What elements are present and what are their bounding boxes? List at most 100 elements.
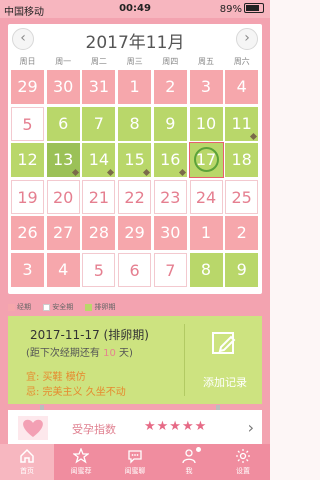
- tab-home-label: 首页: [20, 467, 34, 475]
- day-cell[interactable]: 19: [11, 179, 44, 214]
- day-cell[interactable]: 24: [189, 179, 223, 214]
- record-marker-icon: [178, 168, 186, 177]
- prev-month-button[interactable]: ‹: [12, 28, 34, 50]
- star-icon: [73, 448, 89, 464]
- day-cell[interactable]: 27: [46, 216, 80, 250]
- days-count: 10: [103, 348, 116, 359]
- weekday-label: 周日: [19, 57, 36, 66]
- day-cell[interactable]: 22: [118, 179, 152, 214]
- legend-safe: 安全期: [52, 303, 74, 311]
- battery-indicator: 89%: [220, 3, 264, 15]
- weekday-label: 周一: [55, 57, 72, 66]
- day-cell[interactable]: 1: [189, 216, 223, 250]
- record-marker-icon: [250, 132, 258, 140]
- avoid-activities: 忌: 完美主义 久坐不动: [26, 387, 126, 398]
- day-cell[interactable]: 21: [82, 179, 116, 214]
- day-cell[interactable]: 1: [118, 70, 152, 104]
- day-cell[interactable]: 14: [82, 143, 116, 177]
- tab-recommend-label: 闺蜜荐: [70, 467, 92, 475]
- day-cell[interactable]: 29: [11, 70, 44, 104]
- period-swatch: [8, 303, 15, 311]
- weekday-label: 周六: [233, 57, 250, 66]
- calendar-card: ‹ 2017年11月 › 周日 周一 周二 周三 周四 周五 周六 29 30 31 1 2 3 4 5 6…: [8, 24, 262, 294]
- next-month-button[interactable]: ›: [236, 28, 258, 50]
- pencil-icon: [212, 332, 236, 354]
- selected-day-cell[interactable]: 17: [188, 142, 224, 178]
- day-info-panel: 2017-11-17 (排卵期) (距下次经期还有 10 天) 宜: 买鞋 模仿…: [8, 316, 262, 404]
- tab-chat-label: 闺蜜聊: [124, 467, 146, 475]
- day-cell[interactable]: 8: [118, 106, 152, 141]
- day-cell[interactable]: 16: [153, 143, 187, 177]
- next-period-countdown: (距下次经期还有 10 天): [26, 348, 133, 359]
- day-cell[interactable]: 9: [225, 252, 259, 287]
- day-cell[interactable]: 4: [225, 70, 259, 104]
- day-cell[interactable]: 10: [189, 106, 223, 141]
- tab-settings[interactable]: 设置: [216, 444, 270, 480]
- day-cell[interactable]: 9: [153, 106, 187, 141]
- home-icon: [20, 448, 34, 463]
- fertility-index-row[interactable]: 受孕指数 ★★★★★ ›: [8, 410, 262, 446]
- day-cell[interactable]: 20: [46, 179, 80, 214]
- add-record-label: 添加记录: [203, 376, 247, 389]
- day-cell[interactable]: 7: [153, 252, 187, 287]
- day-cell[interactable]: 5: [11, 106, 44, 141]
- fertility-stars: ★★★★★: [144, 419, 208, 434]
- tab-me[interactable]: 我: [162, 444, 216, 480]
- legend: 经期 安全期 排卵期: [8, 302, 262, 314]
- day-cell[interactable]: 26: [11, 216, 44, 250]
- record-marker-icon: [71, 168, 79, 177]
- day-cell[interactable]: 30: [153, 216, 187, 250]
- add-record-button[interactable]: 添加记录: [188, 316, 262, 404]
- chat-icon: [128, 450, 142, 464]
- tab-bar: 首页 闺蜜荐 闺蜜聊 我 设置: [0, 444, 270, 480]
- weekday-label: 周四: [162, 57, 179, 66]
- day-cell[interactable]: 15: [118, 143, 152, 177]
- safe-swatch: [43, 303, 51, 311]
- selected-date: 2017-11-17 (排卵期): [30, 328, 149, 342]
- day-cell[interactable]: 31: [82, 70, 116, 104]
- day-cell[interactable]: 25: [225, 179, 259, 214]
- tab-chat[interactable]: 闺蜜聊: [108, 444, 162, 480]
- tab-recommend[interactable]: 闺蜜荐: [54, 444, 108, 480]
- notification-dot: [196, 447, 201, 452]
- weekday-label: 周五: [198, 57, 214, 66]
- day-cell[interactable]: 3: [189, 70, 223, 104]
- tab-me-label: 我: [185, 467, 193, 475]
- day-cell[interactable]: 2: [153, 70, 187, 104]
- day-cell[interactable]: 13: [46, 143, 80, 177]
- day-cell[interactable]: 3: [11, 252, 44, 287]
- chevron-right-icon: ›: [247, 418, 254, 437]
- day-cell[interactable]: 29: [118, 216, 152, 250]
- battery-icon: [244, 3, 264, 13]
- day-cell[interactable]: 11: [225, 106, 259, 141]
- day-cell[interactable]: 8: [189, 252, 223, 287]
- legend-period: 经期: [17, 303, 31, 311]
- suitable-activities: 宜: 买鞋 模仿: [26, 372, 86, 383]
- record-marker-icon: [107, 168, 115, 177]
- weekday-header: 周日 周一 周二 周三 周四 周五 周六: [10, 56, 260, 68]
- gear-icon: [236, 449, 250, 463]
- ovulation-swatch: [85, 303, 93, 311]
- day-cell[interactable]: 28: [82, 216, 116, 250]
- day-cell[interactable]: 7: [82, 106, 116, 141]
- record-marker-icon: [143, 168, 151, 177]
- status-bar: 中国移动 00:49 89%: [0, 0, 270, 18]
- day-cell[interactable]: 23: [153, 179, 187, 214]
- tab-home[interactable]: 首页: [0, 444, 54, 480]
- app-frame: ‹ 2017年11月 › 周日 周一 周二 周三 周四 周五 周六 29 30 31 1 2 3 4 5 6…: [0, 18, 270, 462]
- day-cell[interactable]: 6: [46, 106, 80, 141]
- day-cell[interactable]: 4: [46, 252, 80, 287]
- fertility-label: 受孕指数: [72, 423, 116, 436]
- day-cell[interactable]: 2: [225, 216, 259, 250]
- day-cell[interactable]: 12: [11, 143, 44, 177]
- divider: [184, 324, 185, 396]
- day-cell[interactable]: 5: [82, 252, 116, 287]
- person-icon: [182, 449, 196, 464]
- heart-icon: [18, 416, 48, 440]
- month-title: 2017年11月: [85, 33, 185, 53]
- day-cell[interactable]: 30: [46, 70, 80, 104]
- day-cell[interactable]: 18: [225, 143, 259, 177]
- weekday-label: 周二: [90, 57, 107, 66]
- day-cell[interactable]: 6: [118, 252, 152, 287]
- tab-settings-label: 设置: [236, 467, 250, 475]
